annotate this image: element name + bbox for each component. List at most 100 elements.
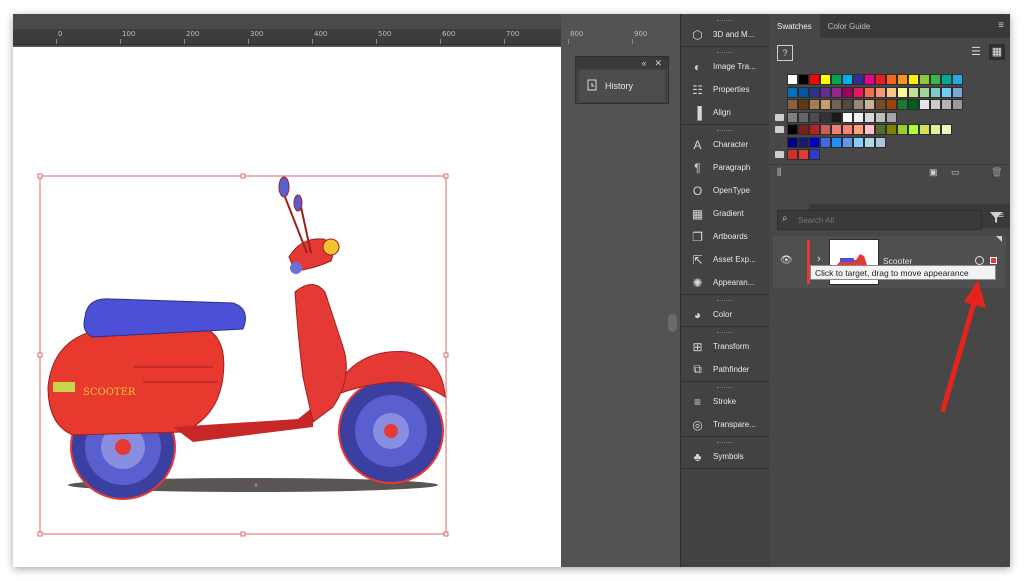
dock-item[interactable]: ❐ Artboards xyxy=(681,225,769,248)
delete-icon[interactable]: 🗑 xyxy=(991,167,1002,178)
swatch[interactable] xyxy=(952,99,963,110)
swatch[interactable] xyxy=(864,74,875,85)
horizontal-ruler[interactable]: 0 100 200 300 400 500 600 700 800 900 xyxy=(13,29,647,45)
dock-item[interactable]: ▦ Gradient xyxy=(681,202,769,225)
swatch[interactable] xyxy=(941,99,952,110)
swatch[interactable] xyxy=(875,86,886,98)
chevron-right-icon[interactable]: › xyxy=(817,253,821,265)
swatch[interactable] xyxy=(853,86,864,98)
swatch[interactable] xyxy=(908,74,919,85)
dock-item[interactable]: ♣ Symbols xyxy=(681,445,769,468)
library-icon[interactable]: ⫼ xyxy=(777,167,781,178)
swatch[interactable] xyxy=(842,111,853,123)
swatch[interactable] xyxy=(798,124,809,135)
dock-item[interactable]: ⧉ Pathfinder xyxy=(681,358,769,381)
swatch[interactable] xyxy=(908,99,919,110)
eye-icon[interactable]: 👁 xyxy=(780,255,793,266)
swatch[interactable] xyxy=(842,136,853,148)
swatch[interactable] xyxy=(897,99,908,110)
swatch[interactable] xyxy=(864,124,875,135)
swatch[interactable] xyxy=(864,136,875,148)
canvas-scroll-handle[interactable] xyxy=(668,314,677,332)
swatch[interactable] xyxy=(831,74,842,85)
swatch[interactable] xyxy=(798,86,809,98)
swatch[interactable] xyxy=(952,74,963,85)
swatch[interactable] xyxy=(853,136,864,148)
swatch[interactable] xyxy=(897,124,908,135)
swatch[interactable] xyxy=(798,136,809,148)
swatch[interactable] xyxy=(897,86,908,98)
swatch[interactable] xyxy=(787,136,798,148)
swatch[interactable] xyxy=(820,136,831,148)
swatch[interactable] xyxy=(809,99,820,110)
dock-item[interactable]: O OpenType xyxy=(681,179,769,202)
selection-square-icon[interactable] xyxy=(990,257,997,264)
swatch[interactable] xyxy=(809,124,820,135)
close-icon[interactable]: ✕ xyxy=(654,58,662,69)
swatch[interactable] xyxy=(875,136,886,148)
swatch[interactable] xyxy=(853,111,864,123)
dock-item[interactable]: ⇱ Asset Exp... xyxy=(681,248,769,271)
swatch[interactable] xyxy=(875,74,886,85)
swatch[interactable] xyxy=(787,149,798,160)
dock-item[interactable]: ✺ Appearan... xyxy=(681,271,769,294)
swatch[interactable] xyxy=(787,74,798,85)
target-circle-icon[interactable] xyxy=(975,256,984,265)
folder-icon[interactable]: ▭ xyxy=(951,167,960,178)
dock-item[interactable]: ¶ Paragraph xyxy=(681,156,769,179)
swatch[interactable] xyxy=(875,124,886,135)
swatch[interactable] xyxy=(886,111,897,123)
swatch[interactable] xyxy=(787,124,798,135)
swatch[interactable] xyxy=(908,86,919,98)
swatch[interactable] xyxy=(930,124,941,135)
swatch[interactable] xyxy=(930,99,941,110)
swatch-folder-icon[interactable] xyxy=(775,151,784,158)
swatch[interactable] xyxy=(886,99,897,110)
dock-item[interactable]: ◎ Transpare... xyxy=(681,413,769,436)
swatch[interactable] xyxy=(919,86,930,98)
dock-item[interactable]: ▐ Align xyxy=(681,101,769,124)
swatch[interactable] xyxy=(787,111,798,123)
swatch-folder-icon[interactable] xyxy=(775,126,784,133)
dock-item[interactable]: A Character xyxy=(681,133,769,156)
tab-swatches[interactable]: Swatches xyxy=(769,14,820,38)
layers-search-input[interactable] xyxy=(796,213,978,227)
swatch[interactable] xyxy=(831,136,842,148)
swatch[interactable] xyxy=(930,86,941,98)
artboard[interactable]: SCOOTER xyxy=(13,47,561,567)
scooter-artwork[interactable]: SCOOTER xyxy=(13,47,561,567)
panel-menu-icon[interactable]: ≡ xyxy=(998,20,1004,31)
dock-item[interactable]: ⬡ 3D and M... xyxy=(681,23,769,46)
swatch[interactable] xyxy=(919,74,930,85)
swatch[interactable] xyxy=(842,74,853,85)
swatch[interactable] xyxy=(798,111,809,123)
swatch-grid[interactable] xyxy=(769,74,1010,174)
swatch[interactable] xyxy=(952,86,963,98)
swatch[interactable] xyxy=(809,74,820,85)
swatch[interactable] xyxy=(820,86,831,98)
history-panel-titlebar[interactable]: « ✕ xyxy=(576,57,668,69)
dock-item[interactable]: ☷ Properties xyxy=(681,78,769,101)
swatch[interactable] xyxy=(809,149,820,160)
dock-item[interactable]: ◕ Color xyxy=(681,303,769,326)
swatch[interactable] xyxy=(853,99,864,110)
swatch[interactable] xyxy=(941,74,952,85)
list-view-icon[interactable]: ☰ xyxy=(971,46,983,58)
fill-stroke-icon[interactable]: ? xyxy=(777,45,793,61)
swatch[interactable] xyxy=(864,111,875,123)
swatch[interactable] xyxy=(941,124,952,135)
swatch[interactable] xyxy=(864,86,875,98)
swatch[interactable] xyxy=(897,74,908,85)
swatch[interactable] xyxy=(886,86,897,98)
swatch[interactable] xyxy=(809,136,820,148)
swatch[interactable] xyxy=(820,124,831,135)
swatch[interactable] xyxy=(875,99,886,110)
swatch[interactable] xyxy=(831,99,842,110)
swatch[interactable] xyxy=(820,74,831,85)
swatch[interactable] xyxy=(919,124,930,135)
filter-icon[interactable] xyxy=(989,210,1003,224)
swatch[interactable] xyxy=(864,99,875,110)
swatch[interactable] xyxy=(853,124,864,135)
swatch[interactable] xyxy=(831,111,842,123)
history-button[interactable]: History xyxy=(579,70,665,102)
